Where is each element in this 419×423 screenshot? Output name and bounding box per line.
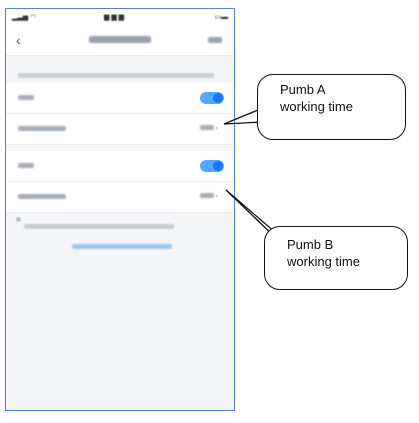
pump-b-callout-subtitle: working time	[287, 254, 360, 269]
pump-a-callout-subtitle: working time	[280, 99, 353, 114]
pump-b-callout: Pumb B working time	[264, 226, 408, 290]
callout-connectors	[223, 109, 280, 242]
pump-a-callout-title: Pumb A	[280, 82, 326, 97]
pump-a-callout: Pumb A working time	[257, 74, 406, 140]
pump-b-callout-title: Pumb B	[287, 237, 334, 252]
